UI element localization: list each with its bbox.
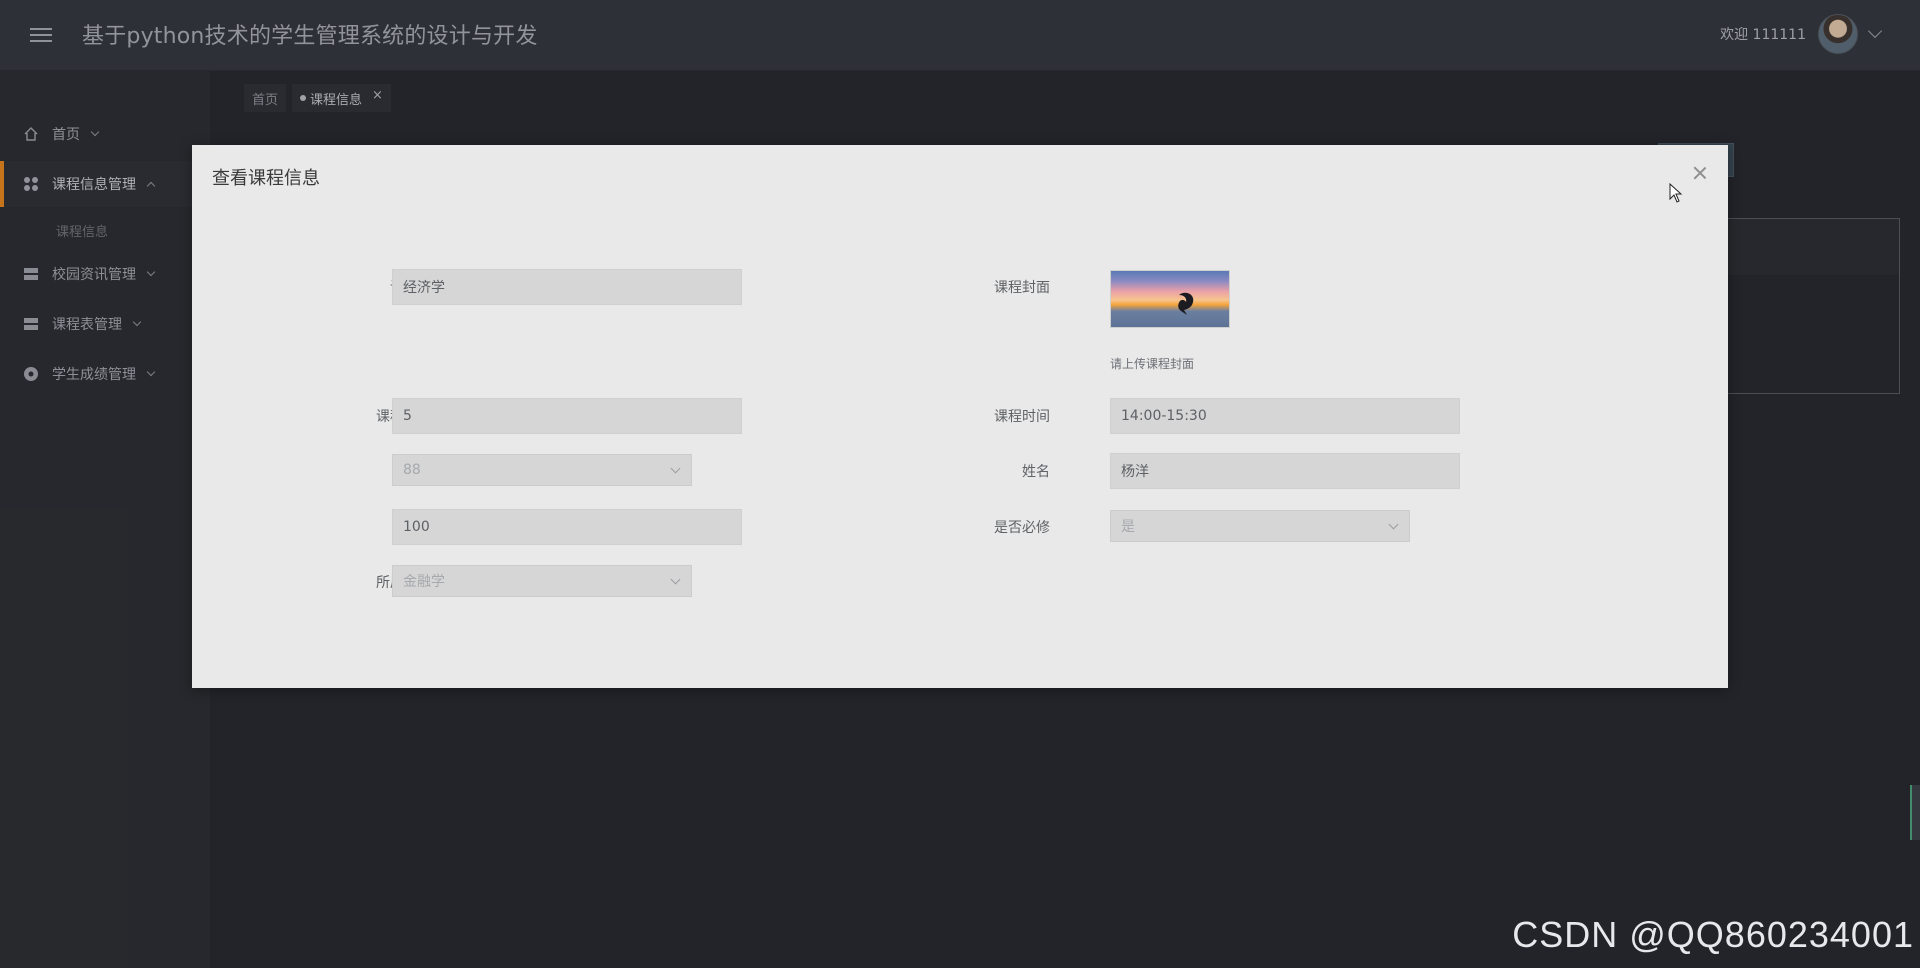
close-icon[interactable]	[1692, 165, 1708, 181]
course-cover-label: 课程封面	[994, 280, 1050, 296]
staff-id-select[interactable]: 88	[392, 454, 692, 486]
mouse-cursor-icon	[1669, 183, 1683, 203]
credit-field[interactable]: 5	[392, 398, 742, 434]
major-value: 金融学	[403, 574, 445, 590]
staff-id-value: 88	[403, 462, 421, 478]
course-name-value: 经济学	[403, 280, 445, 296]
dolphin-icon	[1178, 292, 1194, 315]
cover-upload-hint: 请上传课程封面	[1110, 357, 1195, 371]
full-score-field[interactable]: 100	[392, 509, 742, 545]
chevron-down-icon	[1388, 519, 1399, 530]
view-course-modal: 查看课程信息 课程名 经济学 课程学分 5 工号 88 满分 100 所属专业 …	[192, 145, 1728, 688]
name-value: 杨洋	[1121, 464, 1149, 480]
course-time-label: 课程时间	[994, 409, 1050, 425]
required-label: 是否必修	[994, 520, 1050, 536]
required-value: 是	[1121, 519, 1135, 535]
course-time-field[interactable]: 14:00-15:30	[1110, 398, 1460, 434]
name-field[interactable]: 杨洋	[1110, 453, 1460, 489]
course-name-field[interactable]: 经济学	[392, 269, 742, 305]
major-select[interactable]: 金融学	[392, 565, 692, 597]
watermark: CSDN @QQ860234001	[1512, 914, 1914, 955]
modal-title: 查看课程信息	[212, 168, 320, 189]
name-label: 姓名	[1022, 464, 1050, 480]
chevron-down-icon	[670, 463, 681, 474]
course-cover-image[interactable]	[1110, 270, 1230, 328]
course-time-value: 14:00-15:30	[1121, 408, 1207, 424]
credit-value: 5	[403, 408, 412, 424]
chevron-down-icon	[670, 574, 681, 585]
required-select[interactable]: 是	[1110, 510, 1410, 542]
full-score-value: 100	[403, 519, 430, 535]
